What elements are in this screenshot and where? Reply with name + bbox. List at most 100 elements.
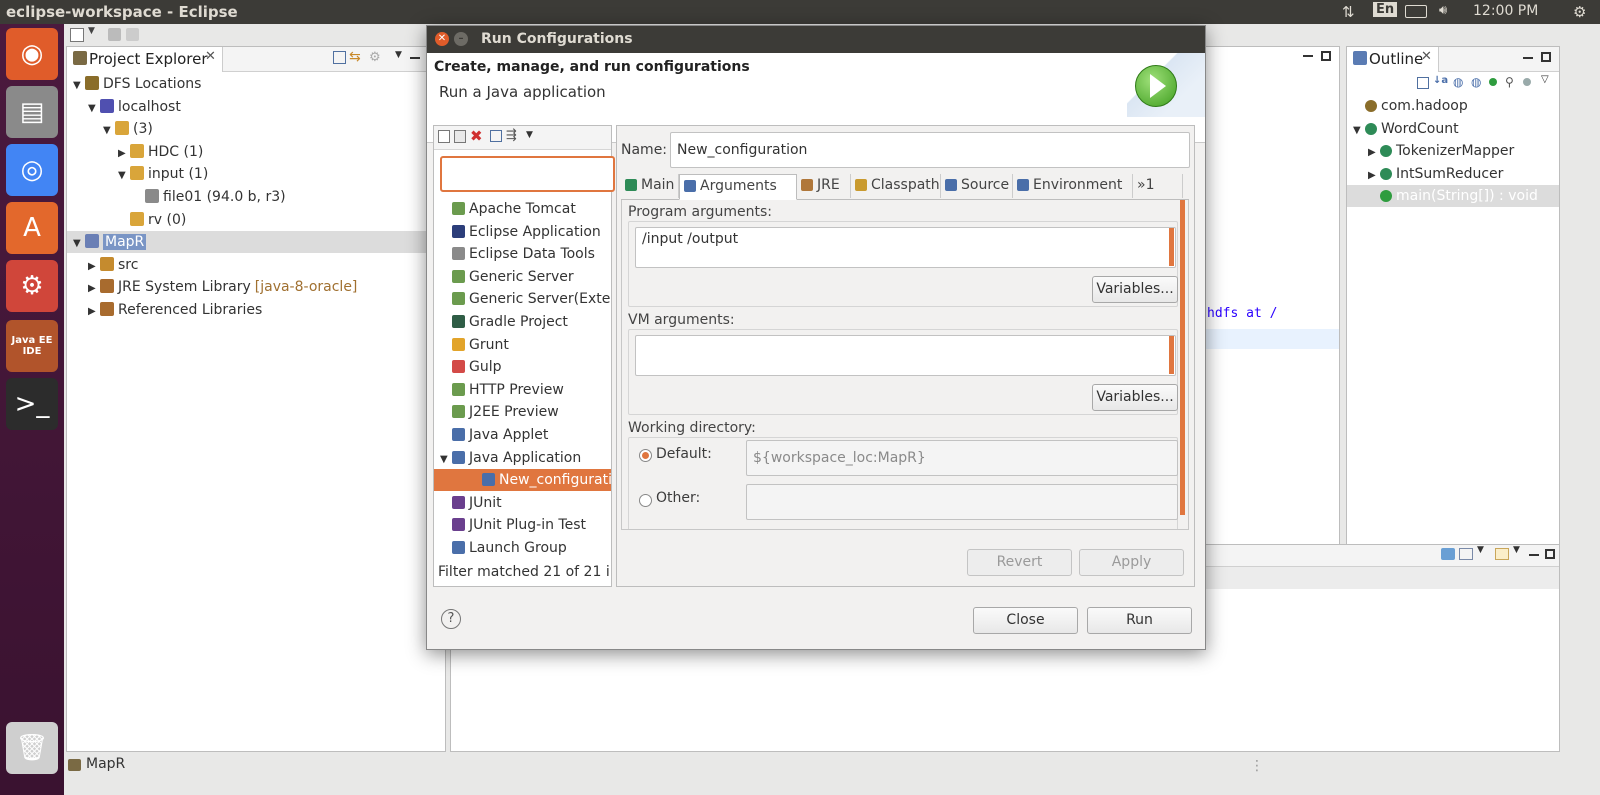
javaee-ide-icon[interactable]: Java EE IDE (6, 320, 58, 372)
expanded-arrow-icon[interactable]: ▼ (103, 120, 115, 142)
vm-variables-button[interactable]: Variables... (1092, 384, 1178, 411)
close-icon[interactable]: ✕ (1421, 49, 1432, 64)
expanded-arrow-icon[interactable]: ▼ (73, 75, 85, 97)
vm-args-field[interactable] (635, 335, 1176, 376)
display-console-icon[interactable] (1459, 548, 1473, 560)
close-icon[interactable]: ✕ (205, 49, 216, 64)
hide-static-icon[interactable]: ◍ (1471, 75, 1481, 89)
tab-classpath[interactable]: Classpath (851, 174, 941, 198)
tree-item[interactable]: ▼ (3) (103, 118, 153, 140)
network-icon[interactable]: ⇅ (1342, 3, 1355, 21)
system-settings-icon[interactable]: ⚙ (6, 260, 58, 312)
config-type-item[interactable]: Eclipse Application (440, 221, 601, 243)
tab-outline[interactable]: Outline ✕ (1347, 47, 1439, 72)
config-type-item[interactable]: Launch Group (440, 537, 567, 558)
program-args-field[interactable]: /input /output (635, 227, 1176, 268)
maximize-icon[interactable] (1541, 52, 1551, 62)
tab-jre[interactable]: JRE (797, 174, 851, 198)
tree-item[interactable]: ▶ Referenced Libraries (88, 299, 262, 321)
scrollbar-thumb[interactable] (1169, 228, 1174, 266)
hide-nonpublic-icon[interactable] (1489, 78, 1497, 86)
expanded-arrow-icon[interactable]: ▼ (118, 165, 130, 187)
apply-button[interactable]: Apply (1079, 549, 1184, 576)
clock[interactable]: 12:00 PM (1473, 3, 1538, 19)
ubuntu-dash-icon[interactable]: ◉ (6, 28, 58, 80)
hide-local-types-icon[interactable]: ⚲ (1505, 75, 1514, 89)
scrollbar-thumb[interactable] (1180, 200, 1185, 515)
program-variables-button[interactable]: Variables... (1092, 276, 1178, 303)
minimize-window-button[interactable]: – (454, 32, 468, 46)
tree-item[interactable]: rv (0) (118, 209, 186, 231)
tree-item[interactable]: ▼ localhost (88, 96, 181, 118)
minimize-icon[interactable] (1529, 554, 1539, 556)
pin-console-icon[interactable] (1441, 548, 1455, 560)
tree-item[interactable]: ▶ HDC (1) (118, 141, 203, 163)
tab-arguments[interactable]: Arguments (679, 174, 797, 200)
battery-icon[interactable] (1405, 5, 1427, 18)
open-console-icon[interactable] (1495, 548, 1509, 560)
filter-configs-icon[interactable]: ⇶ (506, 128, 517, 143)
chevron-down-icon[interactable]: ▼ (1513, 545, 1520, 555)
chevron-down-icon[interactable]: ▼ (526, 130, 533, 140)
config-type-item[interactable]: JUnit (440, 492, 502, 514)
config-type-item[interactable]: HTTP Preview (440, 379, 564, 401)
collapse-all-icon[interactable] (1417, 77, 1429, 89)
minimize-icon[interactable] (1303, 55, 1313, 57)
default-dir-field[interactable]: ${workspace_loc:MapR} (746, 440, 1178, 476)
save-icon[interactable] (108, 28, 121, 41)
tree-item[interactable]: ▶ JRE System Library [java-8-oracle] (88, 276, 357, 298)
minimize-icon[interactable] (410, 57, 420, 59)
config-type-item[interactable]: J2EE Preview (440, 401, 559, 423)
software-center-icon[interactable]: A (6, 202, 58, 254)
other-radio[interactable] (639, 494, 652, 507)
config-type-item[interactable]: Eclipse Data Tools (440, 243, 595, 265)
delete-config-icon[interactable]: ✖ (470, 127, 483, 145)
config-type-item[interactable]: New_configuration (434, 469, 611, 492)
maximize-icon[interactable] (1545, 549, 1555, 559)
maximize-icon[interactable] (1321, 51, 1331, 61)
tree-item[interactable]: ▼ DFS Locations (73, 73, 201, 95)
collapsed-arrow-icon[interactable]: ▶ (88, 256, 100, 278)
outline-item[interactable]: ▶ IntSumReducer (1368, 163, 1503, 185)
tree-item[interactable]: file01 (94.0 b, r3) (133, 186, 286, 208)
expanded-arrow-icon[interactable]: ▼ (440, 449, 452, 471)
filter-icon[interactable]: ⚙ (369, 50, 381, 65)
collapsed-arrow-icon[interactable]: ▶ (1368, 142, 1380, 164)
new-config-icon[interactable] (438, 130, 450, 143)
files-icon[interactable]: ▤ (6, 86, 58, 138)
terminal-icon[interactable]: >_ (6, 378, 58, 430)
config-type-item[interactable]: Java Applet (440, 424, 548, 446)
collapse-all-icon[interactable] (490, 130, 502, 142)
collapsed-arrow-icon[interactable]: ▶ (88, 278, 100, 300)
run-button[interactable]: Run (1087, 607, 1192, 634)
collapse-all-icon[interactable] (333, 51, 346, 64)
new-icon[interactable] (70, 28, 84, 42)
outline-item[interactable]: com.hadoop (1353, 95, 1468, 117)
revert-button[interactable]: Revert (967, 549, 1072, 576)
trash-icon[interactable]: 🗑 (6, 722, 58, 774)
duplicate-config-icon[interactable] (454, 130, 466, 143)
minimize-icon[interactable] (1523, 57, 1533, 59)
outline-item[interactable]: ▶ TokenizerMapper (1368, 140, 1514, 162)
scrollbar-thumb[interactable] (1169, 336, 1174, 374)
outline-item[interactable]: ▼ WordCount (1353, 118, 1459, 140)
view-menu-icon[interactable]: ▽ (1541, 74, 1549, 85)
name-field[interactable]: New_configuration (670, 132, 1190, 168)
settings-gear-icon[interactable]: ⚙ (1573, 3, 1586, 21)
close-button[interactable]: Close (973, 607, 1078, 634)
tab--1[interactable]: »1 (1133, 174, 1183, 198)
save-all-icon[interactable] (126, 28, 139, 41)
hide-fields-icon[interactable]: ◍ (1453, 75, 1463, 89)
view-menu-icon[interactable]: ▼ (395, 50, 402, 60)
collapsed-arrow-icon[interactable]: ▶ (88, 301, 100, 323)
tree-item[interactable]: ▶ src (88, 254, 138, 276)
config-type-item[interactable]: JUnit Plug-in Test (440, 514, 586, 536)
filter-input[interactable] (440, 156, 615, 192)
other-dir-field[interactable] (746, 484, 1178, 520)
help-icon[interactable]: ? (441, 609, 461, 629)
tree-item[interactable]: ▼ MapR (67, 231, 445, 254)
tab-source[interactable]: Source (941, 174, 1013, 198)
collapsed-arrow-icon[interactable]: ▶ (1368, 165, 1380, 187)
config-type-item[interactable]: Apache Tomcat (440, 198, 576, 220)
tree-item[interactable]: ▼ input (1) (118, 163, 208, 185)
